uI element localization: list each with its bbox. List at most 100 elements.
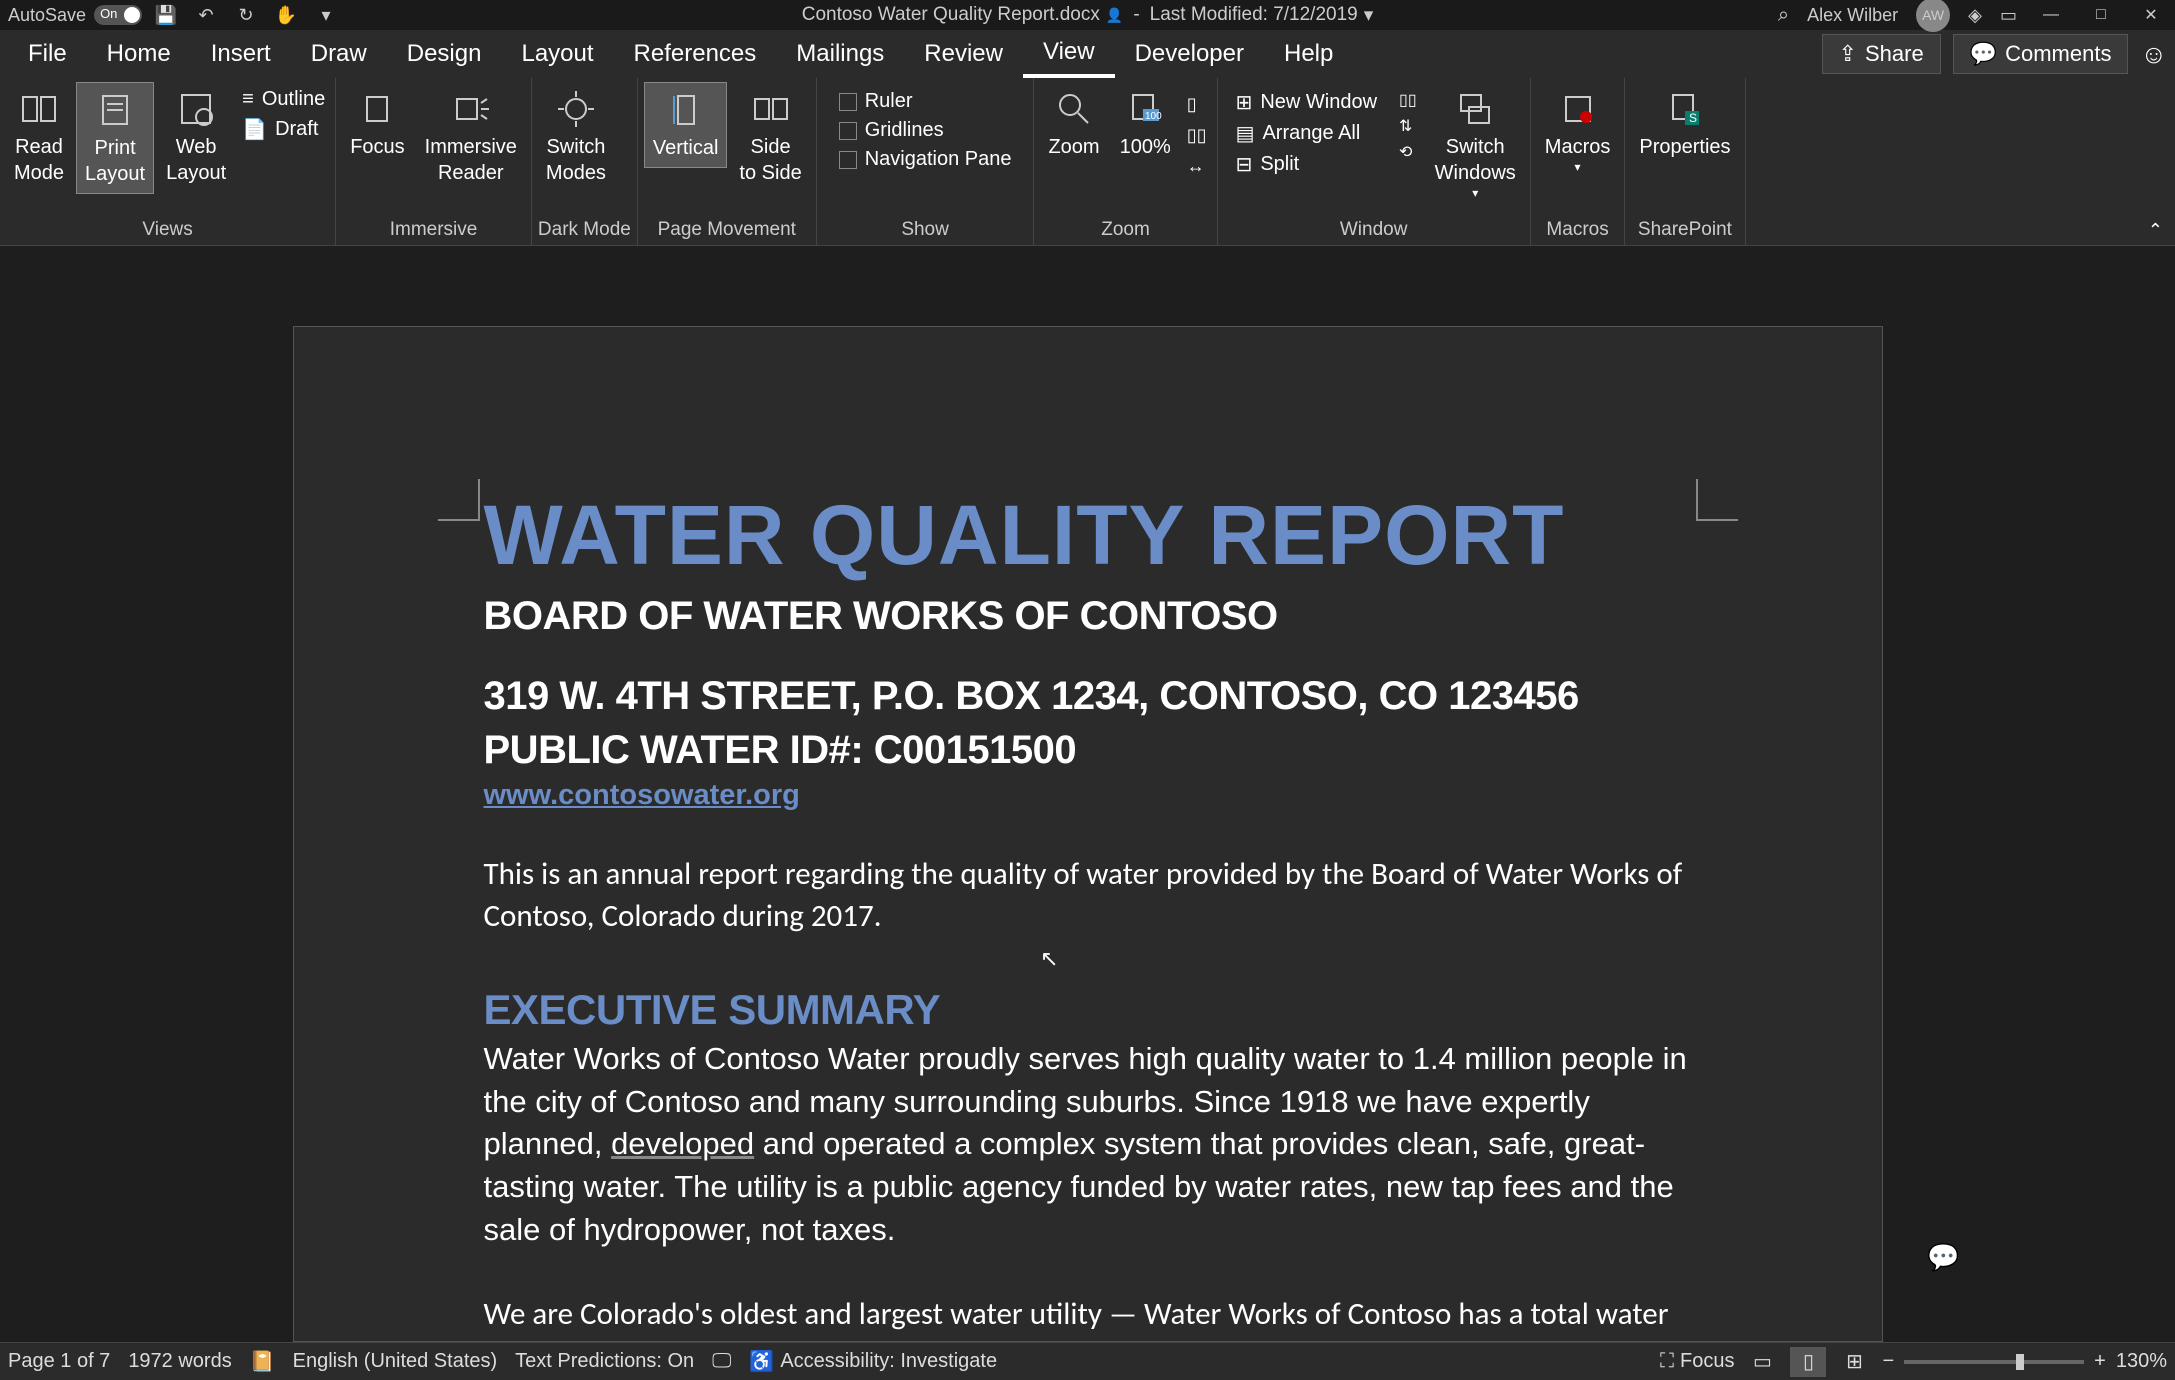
feedback-icon[interactable]: ☺ — [2140, 39, 2167, 70]
zoom-button[interactable]: Zoom — [1040, 82, 1107, 166]
maximize-button[interactable]: □ — [2085, 3, 2117, 27]
minimize-button[interactable]: — — [2035, 3, 2067, 27]
tab-layout[interactable]: Layout — [501, 30, 613, 78]
outline-icon: ≡ — [242, 88, 254, 111]
focus-button[interactable]: Focus — [342, 82, 412, 166]
status-bar: Page 1 of 7 1972 words 📔 English (United… — [0, 1342, 2175, 1380]
tab-insert[interactable]: Insert — [191, 30, 291, 78]
saved-icon: 👤 — [1106, 7, 1123, 24]
last-modified-label: Last Modified: 7/12/2019 — [1150, 4, 1358, 26]
zoom-in-button[interactable]: + — [2094, 1350, 2106, 1373]
switch-modes-button[interactable]: Switch Modes — [538, 82, 614, 192]
touch-icon[interactable]: ✋ — [274, 3, 298, 27]
document-address-1[interactable]: 319 W. 4TH STREET, P.O. BOX 1234, CONTOS… — [484, 669, 1692, 723]
user-avatar[interactable]: AW — [1916, 0, 1950, 32]
autosave-toggle[interactable]: On — [94, 5, 142, 25]
gridlines-checkbox[interactable]: Gridlines — [835, 117, 1016, 144]
margin-corner-icon — [1696, 479, 1738, 521]
word-count-status[interactable]: 1972 words — [128, 1350, 231, 1373]
macros-button[interactable]: Macros ▾ — [1537, 82, 1619, 182]
tab-design[interactable]: Design — [387, 30, 502, 78]
undo-icon[interactable]: ↶ — [194, 3, 218, 27]
spellcheck-status-icon[interactable]: 📔 — [250, 1349, 275, 1374]
arrange-all-icon: ▤ — [1236, 121, 1255, 146]
tab-draw[interactable]: Draw — [291, 30, 387, 78]
vertical-button[interactable]: Vertical — [644, 82, 728, 168]
title-dropdown-icon[interactable]: ▾ — [1364, 4, 1374, 27]
draft-button[interactable]: 📄 Draft — [238, 115, 329, 144]
navigation-pane-checkbox[interactable]: Navigation Pane — [835, 146, 1016, 173]
qat-dropdown-icon[interactable]: ▾ — [314, 3, 338, 27]
comment-indicator-icon[interactable]: 💬 — [1927, 1242, 1959, 1273]
close-button[interactable]: ✕ — [2135, 3, 2167, 27]
document-paragraph[interactable]: Water Works of Contoso Water proudly ser… — [484, 1038, 1692, 1252]
spellcheck-underline[interactable]: developed — [611, 1126, 754, 1161]
view-side-icon[interactable]: ▯▯ — [1397, 88, 1419, 112]
tab-file[interactable]: File — [8, 30, 87, 78]
share-button[interactable]: ⇪ Share — [1822, 34, 1941, 74]
ribbon-mode-icon[interactable]: ▭ — [2000, 5, 2017, 26]
document-heading-1[interactable]: WATER QUALITY REPORT — [484, 487, 1692, 584]
switch-windows-button[interactable]: Switch Windows ▾ — [1427, 82, 1524, 208]
print-layout-button[interactable]: Print Layout — [76, 82, 154, 194]
group-views-label: Views — [6, 215, 329, 245]
language-status[interactable]: English (United States) — [293, 1350, 498, 1373]
tab-home[interactable]: Home — [87, 30, 191, 78]
document-paragraph[interactable]: This is an annual report regarding the q… — [484, 854, 1692, 938]
zoom-100-button[interactable]: 100 100% — [1112, 82, 1179, 166]
display-settings-icon[interactable]: 🖵 — [712, 1350, 731, 1373]
save-icon[interactable]: 💾 — [154, 3, 178, 27]
immersive-reader-icon — [450, 88, 492, 130]
redo-icon[interactable]: ↻ — [234, 3, 258, 27]
document-hyperlink[interactable]: www.contosowater.org — [484, 779, 800, 812]
tab-review[interactable]: Review — [904, 30, 1023, 78]
reset-position-icon[interactable]: ⟲ — [1397, 140, 1419, 164]
comments-button[interactable]: 💬 Comments — [1953, 34, 2129, 74]
properties-button[interactable]: S Properties — [1631, 82, 1738, 166]
immersive-reader-button[interactable]: Immersive Reader — [417, 82, 525, 192]
zoom-out-button[interactable]: − — [1882, 1350, 1894, 1373]
document-address-2[interactable]: PUBLIC WATER ID#: C00151500 — [484, 723, 1692, 777]
title-bar: AutoSave On 💾 ↶ ↻ ✋ ▾ Contoso Water Qual… — [0, 0, 2175, 30]
outline-button[interactable]: ≡ Outline — [238, 86, 329, 113]
sync-scroll-icon[interactable]: ⇅ — [1397, 114, 1419, 138]
tab-mailings[interactable]: Mailings — [776, 30, 904, 78]
web-view-button[interactable]: ⊞ — [1836, 1347, 1872, 1377]
side-to-side-button[interactable]: Side to Side — [731, 82, 809, 192]
print-view-button[interactable]: ▯ — [1790, 1347, 1826, 1377]
web-layout-button[interactable]: Web Layout — [158, 82, 234, 192]
one-page-icon[interactable]: ▯ — [1183, 90, 1211, 119]
document-canvas[interactable]: WATER QUALITY REPORT BOARD OF WATER WORK… — [0, 246, 2175, 1342]
group-immersive-label: Immersive — [342, 215, 525, 245]
accessibility-status[interactable]: ♿ Accessibility: Investigate — [749, 1349, 997, 1374]
tab-help[interactable]: Help — [1264, 30, 1353, 78]
page-width-icon[interactable]: ↔ — [1183, 152, 1211, 181]
ruler-checkbox[interactable]: Ruler — [835, 88, 1016, 115]
page-count-status[interactable]: Page 1 of 7 — [8, 1350, 110, 1373]
text-predictions-status[interactable]: Text Predictions: On — [515, 1350, 694, 1373]
autosave-label: AutoSave — [8, 5, 86, 26]
document-paragraph[interactable]: We are Colorado's oldest and largest wat… — [484, 1294, 1692, 1342]
zoom-slider[interactable] — [1904, 1360, 2084, 1364]
zoom-percent-label[interactable]: 130% — [2116, 1350, 2167, 1373]
new-window-button[interactable]: ⊞New Window — [1232, 88, 1381, 117]
tab-developer[interactable]: Developer — [1115, 30, 1264, 78]
document-page[interactable]: WATER QUALITY REPORT BOARD OF WATER WORK… — [293, 326, 1883, 1342]
multi-page-icon[interactable]: ▯▯ — [1183, 121, 1211, 150]
svg-text:100: 100 — [1145, 111, 1162, 122]
zoom-100-icon: 100 — [1124, 88, 1166, 130]
tab-view[interactable]: View — [1023, 30, 1115, 78]
diamond-icon[interactable]: ◈ — [1968, 5, 1982, 26]
focus-mode-button[interactable]: ⛶ Focus — [1660, 1350, 1734, 1373]
search-icon[interactable]: ⌕ — [1778, 4, 1789, 27]
document-section-heading[interactable]: EXECUTIVE SUMMARY — [484, 986, 1692, 1034]
split-button[interactable]: ⊟Split — [1232, 150, 1381, 179]
group-pagemovement-label: Page Movement — [644, 215, 810, 245]
read-view-button[interactable]: ▭ — [1744, 1347, 1780, 1377]
vertical-icon — [665, 89, 707, 131]
tab-references[interactable]: References — [614, 30, 777, 78]
collapse-ribbon-button[interactable]: ⌃ — [2136, 216, 2175, 245]
read-mode-button[interactable]: Read Mode — [6, 82, 72, 192]
document-heading-2[interactable]: BOARD OF WATER WORKS OF CONTOSO — [484, 594, 1692, 639]
arrange-all-button[interactable]: ▤Arrange All — [1232, 119, 1381, 148]
